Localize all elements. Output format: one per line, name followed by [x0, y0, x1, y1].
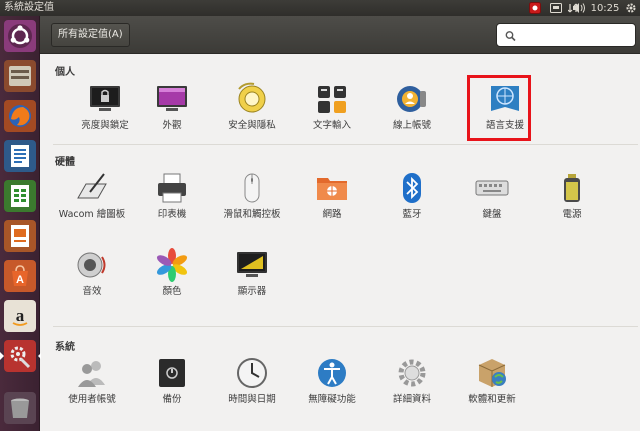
- text-input-icon: [318, 86, 346, 113]
- clock[interactable]: 10:25: [590, 0, 620, 16]
- top-panel: 系統設定值 10:25: [0, 0, 640, 16]
- search-icon: [503, 27, 519, 43]
- settings-grid: 個人 亮度與鎖定 外觀 安全與隱私 文字輸入 線上帳號 語言支援 硬體 Waco…: [41, 55, 640, 431]
- window-title: 系統設定值: [4, 2, 54, 13]
- item-label: 安全與隱私: [228, 120, 276, 131]
- item-user-accounts[interactable]: 使用者帳號: [52, 355, 132, 407]
- item-label: 文字輸入: [312, 120, 351, 131]
- monitor-lock-icon: [90, 86, 120, 111]
- amazon-icon[interactable]: a: [4, 300, 36, 332]
- online-accounts-icon: [397, 86, 426, 112]
- section-title-hardware: 硬體: [55, 157, 75, 168]
- item-label: 藍牙: [402, 209, 422, 220]
- item-details[interactable]: 詳細資料: [372, 355, 452, 407]
- system-settings-icon[interactable]: [0, 340, 42, 372]
- item-label: 無障礙功能: [308, 394, 356, 405]
- item-label: 線上帳號: [392, 120, 431, 131]
- item-label: 語言支援: [485, 120, 524, 131]
- item-time-date[interactable]: 時間與日期: [212, 355, 292, 407]
- item-universal-access[interactable]: 無障礙功能: [292, 355, 372, 407]
- writer-icon[interactable]: [4, 140, 36, 172]
- security-privacy-icon: [238, 82, 266, 113]
- color-icon: [156, 248, 188, 282]
- network-folder-icon: [317, 178, 347, 200]
- wacom-tablet-icon: [77, 173, 107, 199]
- printer-icon: [158, 173, 186, 203]
- item-label: 滑鼠和觸控板: [223, 209, 281, 220]
- item-label: 音效: [82, 286, 102, 297]
- item-label: 顏色: [162, 286, 182, 297]
- toolbar: 所有設定值(A): [40, 16, 640, 54]
- item-appearance[interactable]: 外觀: [132, 81, 212, 133]
- sound-icon: [77, 252, 106, 278]
- all-settings-button[interactable]: 所有設定值(A): [51, 23, 130, 47]
- item-mouse-touchpad[interactable]: 滑鼠和觸控板: [212, 170, 292, 222]
- item-label: 備份: [162, 394, 182, 405]
- ubuntu-dash-icon[interactable]: [4, 20, 36, 52]
- item-power[interactable]: 電源: [532, 170, 612, 222]
- item-text-input[interactable]: 文字輸入: [292, 81, 372, 133]
- item-label: 使用者帳號: [68, 394, 116, 405]
- separator: [53, 144, 638, 145]
- language-support-icon: [491, 86, 519, 111]
- item-wacom-tablet[interactable]: Wacom 繪圖板: [52, 170, 132, 222]
- search-input[interactable]: [519, 26, 631, 44]
- launcher: A a: [0, 16, 42, 431]
- item-software-updates[interactable]: 軟體和更新: [452, 355, 532, 407]
- appearance-icon: [157, 86, 187, 111]
- item-label: 印表機: [157, 209, 187, 220]
- software-updates-icon: [478, 359, 506, 387]
- clock-icon: [237, 358, 267, 388]
- power-icon: [564, 174, 580, 202]
- item-security-privacy[interactable]: 安全與隱私: [212, 81, 292, 133]
- user-accounts-icon: [78, 361, 105, 387]
- firefox-icon[interactable]: [4, 100, 36, 132]
- item-label: Wacom 繪圖板: [58, 209, 126, 220]
- files-icon[interactable]: [4, 60, 36, 92]
- record-indicator-icon[interactable]: [528, 0, 542, 16]
- gear-icon[interactable]: [624, 0, 638, 16]
- item-label: 顯示器: [237, 286, 267, 297]
- mouse-icon: [244, 173, 260, 203]
- item-label: 軟體和更新: [468, 394, 516, 405]
- bluetooth-icon: [403, 173, 421, 203]
- details-gear-icon: [398, 359, 426, 387]
- item-sound[interactable]: 音效: [52, 247, 132, 299]
- item-language-support[interactable]: 語言支援: [465, 75, 545, 141]
- calc-icon[interactable]: [4, 180, 36, 212]
- separator: [53, 326, 638, 327]
- keyboard-layout-icon[interactable]: [549, 0, 563, 16]
- trash-icon[interactable]: [4, 392, 36, 424]
- volume-icon[interactable]: [570, 0, 588, 16]
- item-label: 電源: [562, 209, 582, 220]
- backup-safe-icon: [159, 359, 185, 387]
- software-center-icon[interactable]: A: [4, 260, 36, 292]
- item-network[interactable]: 網路: [292, 170, 372, 222]
- keyboard-icon: [475, 180, 509, 196]
- item-backups[interactable]: 備份: [132, 355, 212, 407]
- display-icon: [237, 252, 267, 277]
- item-label: 時間與日期: [228, 394, 276, 405]
- item-color[interactable]: 顏色: [132, 247, 212, 299]
- svg-text:A: A: [16, 274, 24, 286]
- item-printers[interactable]: 印表機: [132, 170, 212, 222]
- section-title-personal: 個人: [55, 67, 75, 78]
- item-label: 鍵盤: [482, 209, 502, 220]
- item-label: 外觀: [162, 120, 182, 131]
- svg-text:a: a: [16, 306, 25, 325]
- search-field[interactable]: [496, 23, 636, 47]
- item-label: 網路: [322, 209, 342, 220]
- item-keyboard[interactable]: 鍵盤: [452, 170, 532, 222]
- impress-icon[interactable]: [4, 220, 36, 252]
- item-bluetooth[interactable]: 藍牙: [372, 170, 452, 222]
- section-title-system: 系統: [55, 342, 75, 353]
- accessibility-icon: [318, 359, 346, 387]
- item-label: 詳細資料: [392, 394, 431, 405]
- item-displays[interactable]: 顯示器: [212, 247, 292, 299]
- item-online-accounts[interactable]: 線上帳號: [372, 81, 452, 133]
